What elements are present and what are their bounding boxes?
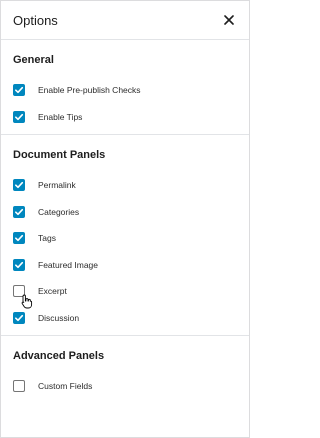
option-row-featured-image[interactable]: Featured Image — [13, 252, 237, 279]
option-label[interactable]: Excerpt — [38, 286, 67, 296]
checkbox-unchecked[interactable] — [13, 380, 25, 393]
section-title: Advanced Panels — [13, 350, 105, 362]
checkbox-unchecked[interactable] — [13, 285, 25, 298]
checkbox-checked[interactable] — [13, 311, 25, 324]
checkmark-icon — [15, 208, 24, 215]
option-row-custom-fields[interactable]: Custom Fields — [13, 373, 237, 400]
checkbox-checked[interactable] — [13, 258, 25, 271]
section-general: General Enable Pre-publish Checks Enable T… — [1, 40, 249, 135]
checkmark-icon — [15, 235, 24, 242]
close-icon[interactable] — [220, 11, 238, 29]
option-label[interactable]: Featured Image — [38, 260, 98, 270]
option-row-excerpt[interactable]: Excerpt — [13, 278, 237, 305]
checkmark-icon — [15, 113, 24, 120]
option-label[interactable]: Custom Fields — [38, 381, 92, 391]
checkbox-checked[interactable] — [13, 110, 25, 123]
modal-header: Options — [1, 1, 249, 40]
checkbox-checked[interactable] — [13, 179, 25, 192]
option-row-enable-pre-publish-checks[interactable]: Enable Pre-publish Checks — [13, 77, 237, 104]
modal-title: Options — [13, 12, 58, 28]
option-label[interactable]: Discussion — [38, 313, 79, 323]
sections-container: General Enable Pre-publish Checks Enable T… — [1, 40, 249, 404]
option-row-enable-tips[interactable]: Enable Tips — [13, 104, 237, 131]
option-row-permalink[interactable]: Permalink — [13, 172, 237, 199]
section-title: General — [13, 54, 54, 66]
checkbox-checked[interactable] — [13, 232, 25, 245]
section-title: Document Panels — [13, 149, 106, 161]
section-advanced-panels: Advanced Panels Custom Fields — [1, 336, 249, 404]
option-label[interactable]: Enable Tips — [38, 112, 82, 122]
checkmark-icon — [15, 87, 24, 94]
option-row-discussion[interactable]: Discussion — [13, 305, 237, 332]
checkbox-checked[interactable] — [13, 205, 25, 218]
close-icon-glyph — [224, 15, 234, 25]
option-row-tags[interactable]: Tags — [13, 225, 237, 252]
option-row-categories[interactable]: Categories — [13, 199, 237, 226]
option-label[interactable]: Tags — [38, 233, 56, 243]
checkbox-checked[interactable] — [13, 84, 25, 97]
options-modal: Options General Enable Pre-publish Checks… — [0, 0, 250, 438]
option-label[interactable]: Enable Pre-publish Checks — [38, 85, 141, 95]
checkmark-icon — [15, 314, 24, 321]
checkmark-icon — [15, 182, 24, 189]
option-label[interactable]: Categories — [38, 207, 79, 217]
section-document-panels: Document Panels Permalink Categories Tags Fe… — [1, 135, 249, 336]
option-label[interactable]: Permalink — [38, 180, 76, 190]
checkmark-icon — [15, 261, 24, 268]
